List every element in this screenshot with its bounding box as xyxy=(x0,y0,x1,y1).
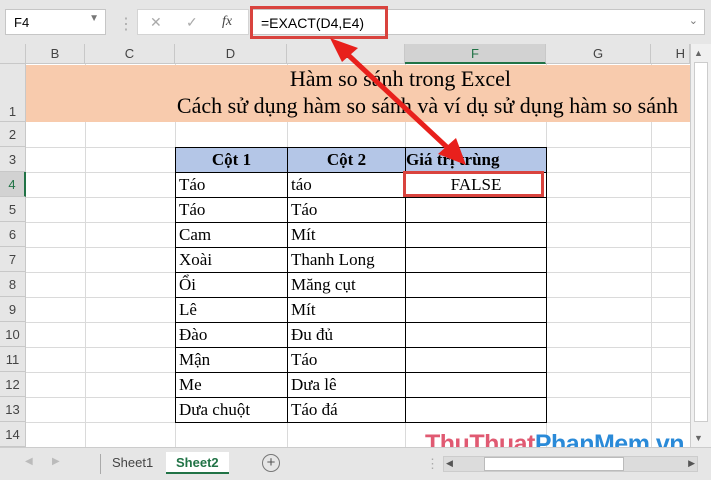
grip-icon[interactable]: ⋮ xyxy=(426,456,439,472)
next-sheet-icon[interactable]: ▶ xyxy=(52,456,60,467)
horizontal-scrollbar[interactable]: ◀ ▶ xyxy=(443,456,698,472)
expand-icon[interactable]: ⌄ xyxy=(689,14,698,27)
h-scroll-thumb[interactable] xyxy=(484,457,624,471)
prev-sheet-icon[interactable]: ◀ xyxy=(25,456,33,467)
add-sheet-icon[interactable]: + xyxy=(262,454,280,472)
spreadsheet-grid[interactable]: B C D E F G H 1 2 3 4 5 6 7 8 9 10 11 12… xyxy=(0,38,690,448)
arrow-line xyxy=(343,50,452,152)
tab-sheet2[interactable]: Sheet2 xyxy=(166,452,229,474)
scroll-thumb[interactable] xyxy=(694,62,708,422)
tab-sheet1[interactable]: Sheet1 xyxy=(102,452,163,474)
scroll-up-icon[interactable]: ▲ xyxy=(694,48,703,58)
scroll-down-icon[interactable]: ▼ xyxy=(694,433,703,443)
scroll-left-icon[interactable]: ◀ xyxy=(446,458,453,469)
tab-divider xyxy=(100,454,101,474)
arrow-annotation xyxy=(330,38,466,165)
sheet-tab-bar: ◀ ▶ Sheet1 Sheet2 + ⋮ ◀ ▶ xyxy=(0,447,711,480)
scroll-right-icon[interactable]: ▶ xyxy=(688,458,695,469)
vertical-scrollbar[interactable]: ▲ ▼ xyxy=(690,44,711,447)
